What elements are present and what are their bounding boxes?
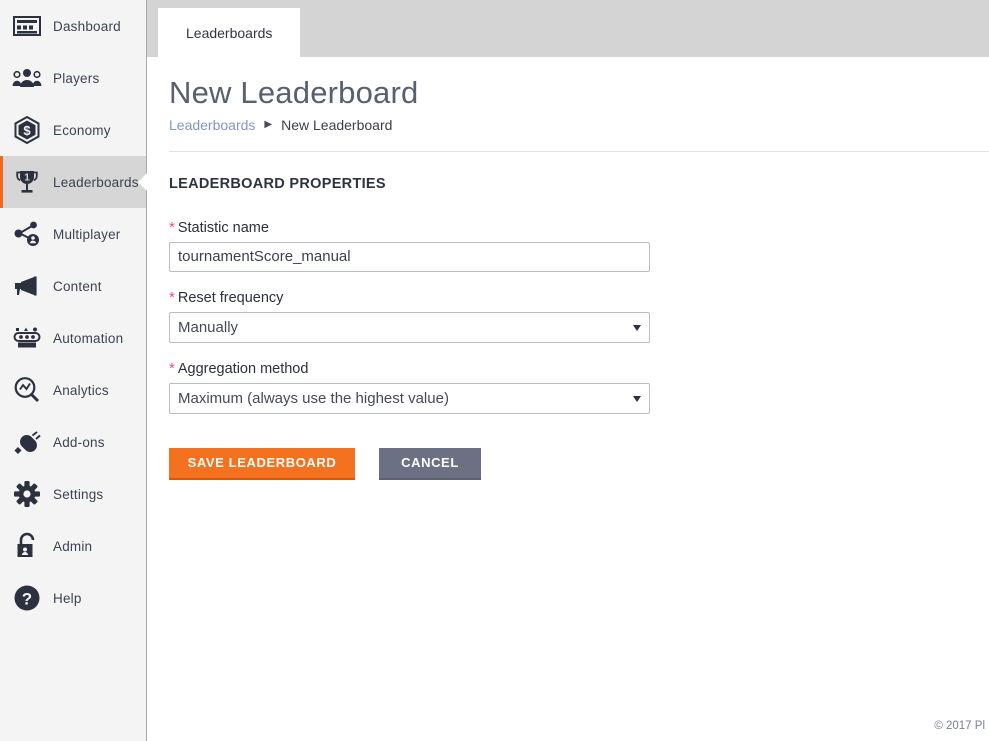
sidebar-item-label: Dashboard bbox=[53, 19, 121, 34]
gear-icon bbox=[10, 477, 44, 511]
sidebar-item-leaderboards[interactable]: 1 Leaderboards bbox=[0, 156, 146, 208]
field-reset-frequency: * Reset frequency ManuallyHourlyDailyWee… bbox=[169, 290, 989, 343]
tab-strip: Leaderboards bbox=[147, 0, 989, 57]
tab-leaderboards[interactable]: Leaderboards bbox=[158, 8, 300, 57]
breadcrumb-current: New Leaderboard bbox=[281, 117, 392, 133]
aggregation-method-select[interactable]: Maximum (always use the highest value)Mi… bbox=[169, 383, 650, 414]
cancel-button[interactable]: CANCEL bbox=[379, 448, 481, 480]
leaderboard-form: LEADERBOARD PROPERTIES * Statistic name … bbox=[147, 152, 989, 480]
sidebar-item-addons[interactable]: Add-ons bbox=[0, 416, 146, 468]
required-asterisk-icon: * bbox=[169, 290, 175, 305]
sidebar-item-label: Economy bbox=[53, 123, 111, 138]
analytics-icon bbox=[10, 373, 44, 407]
footer-copyright: © 2017 Pl bbox=[934, 720, 985, 732]
field-statistic-name: * Statistic name bbox=[169, 220, 989, 272]
section-title: LEADERBOARD PROPERTIES bbox=[169, 176, 989, 192]
sidebar-item-label: Multiplayer bbox=[53, 227, 120, 242]
trophy-icon: 1 bbox=[10, 165, 44, 199]
players-icon bbox=[10, 61, 44, 95]
sidebar-item-help[interactable]: ? Help bbox=[0, 572, 146, 624]
lock-icon bbox=[10, 529, 44, 563]
svg-text:1: 1 bbox=[24, 173, 30, 184]
sidebar-item-label: Automation bbox=[53, 331, 123, 346]
multiplayer-icon bbox=[10, 217, 44, 251]
sidebar-item-content[interactable]: Content bbox=[0, 260, 146, 312]
chevron-right-icon: ▶ bbox=[264, 119, 272, 130]
sidebar-item-label: Analytics bbox=[53, 383, 109, 398]
breadcrumb: Leaderboards ▶ New Leaderboard bbox=[169, 117, 989, 133]
aggregation-method-label: * Aggregation method bbox=[169, 361, 989, 377]
reset-frequency-select-wrap: ManuallyHourlyDailyWeeklyMonthly bbox=[169, 312, 650, 343]
required-asterisk-icon: * bbox=[169, 361, 175, 376]
page-header: New Leaderboard Leaderboards ▶ New Leade… bbox=[147, 57, 989, 152]
breadcrumb-parent-link[interactable]: Leaderboards bbox=[169, 117, 255, 133]
aggregation-method-select-wrap: Maximum (always use the highest value)Mi… bbox=[169, 383, 650, 414]
page-title: New Leaderboard bbox=[169, 75, 989, 111]
statistic-name-label: * Statistic name bbox=[169, 220, 989, 236]
plug-icon bbox=[10, 425, 44, 459]
required-asterisk-icon: * bbox=[169, 220, 175, 235]
sidebar-item-label: Settings bbox=[53, 487, 103, 502]
sidebar-item-label: Players bbox=[53, 71, 99, 86]
form-actions: SAVE LEADERBOARD CANCEL bbox=[169, 448, 989, 480]
sidebar-item-label: Content bbox=[53, 279, 102, 294]
dashboard-icon bbox=[10, 9, 44, 43]
reset-frequency-label: * Reset frequency bbox=[169, 290, 989, 306]
statistic-name-input[interactable] bbox=[169, 242, 650, 272]
sidebar-item-multiplayer[interactable]: Multiplayer bbox=[0, 208, 146, 260]
megaphone-icon bbox=[10, 269, 44, 303]
label-text: Statistic name bbox=[178, 220, 269, 236]
sidebar-item-automation[interactable]: Automation bbox=[0, 312, 146, 364]
sidebar: Dashboard Players $ bbox=[0, 0, 147, 741]
label-text: Aggregation method bbox=[178, 361, 309, 377]
sidebar-item-label: Leaderboards bbox=[53, 175, 139, 190]
economy-icon: $ bbox=[10, 113, 44, 147]
sidebar-item-dashboard[interactable]: Dashboard bbox=[0, 0, 146, 52]
tab-label: Leaderboards bbox=[186, 25, 272, 41]
sidebar-item-analytics[interactable]: Analytics bbox=[0, 364, 146, 416]
sidebar-item-label: Admin bbox=[53, 539, 92, 554]
sidebar-item-admin[interactable]: Admin bbox=[0, 520, 146, 572]
svg-text:$: $ bbox=[23, 123, 31, 138]
automation-icon bbox=[10, 321, 44, 355]
sidebar-item-label: Add-ons bbox=[53, 435, 105, 450]
app-root: Dashboard Players $ bbox=[0, 0, 989, 741]
reset-frequency-select[interactable]: ManuallyHourlyDailyWeeklyMonthly bbox=[169, 312, 650, 343]
sidebar-item-label: Help bbox=[53, 591, 82, 606]
sidebar-item-players[interactable]: Players bbox=[0, 52, 146, 104]
sidebar-item-settings[interactable]: Settings bbox=[0, 468, 146, 520]
svg-text:?: ? bbox=[22, 590, 32, 609]
help-icon: ? bbox=[10, 581, 44, 615]
main-content: Leaderboards New Leaderboard Leaderboard… bbox=[147, 0, 989, 741]
label-text: Reset frequency bbox=[178, 290, 284, 306]
field-aggregation-method: * Aggregation method Maximum (always use… bbox=[169, 361, 989, 414]
sidebar-item-economy[interactable]: $ Economy bbox=[0, 104, 146, 156]
save-leaderboard-button[interactable]: SAVE LEADERBOARD bbox=[169, 448, 355, 480]
